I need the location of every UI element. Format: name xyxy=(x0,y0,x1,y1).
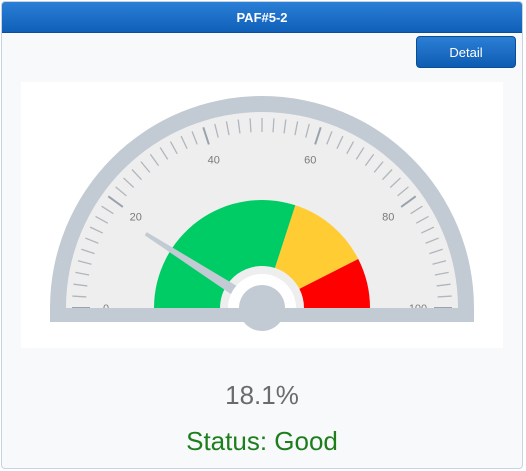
gauge-panel: PAF#5-2 Detail 020406080100 18.1% Status… xyxy=(1,1,523,469)
gauge-value-text: 18.1% xyxy=(225,380,299,410)
gauge-tick-label: 40 xyxy=(208,155,220,167)
gauge-base xyxy=(50,308,474,322)
gauge-minor-tick xyxy=(72,295,87,298)
gauge-minor-tick xyxy=(249,118,252,133)
gauge-tick-label: 20 xyxy=(130,211,142,223)
gauge-minor-tick xyxy=(437,295,452,298)
gauge-minor-tick xyxy=(272,118,275,133)
detail-button[interactable]: Detail xyxy=(416,36,516,68)
gauge-tick-label: 80 xyxy=(382,211,394,223)
panel-title: PAF#5-2 xyxy=(2,2,522,33)
gauge-container: 020406080100 xyxy=(21,82,503,348)
gauge-chart: 020406080100 xyxy=(50,96,474,342)
gauge-tick-label: 60 xyxy=(304,155,316,167)
status-text: Status: Good xyxy=(186,426,338,456)
